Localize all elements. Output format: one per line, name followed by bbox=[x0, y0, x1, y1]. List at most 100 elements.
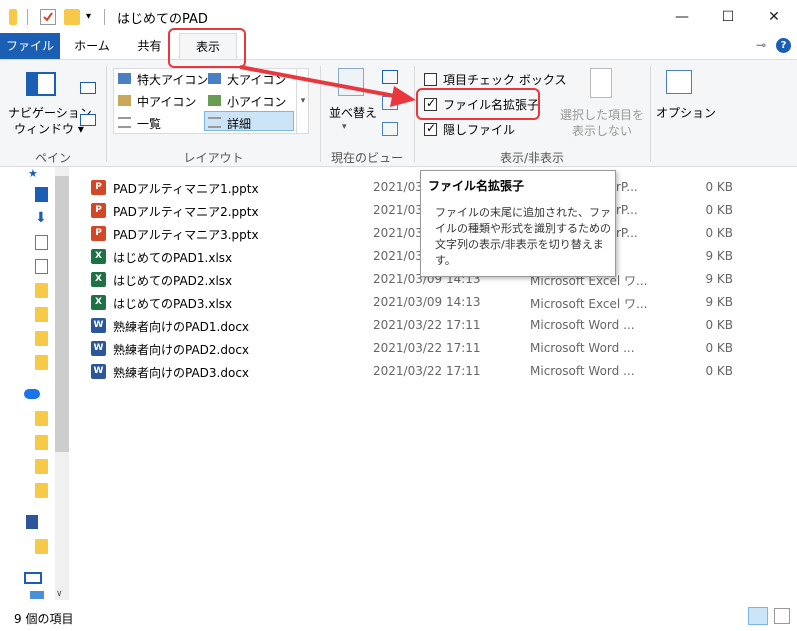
file-size: 0 KB bbox=[705, 180, 733, 194]
pin-icon[interactable]: ⊸ bbox=[756, 38, 766, 52]
file-name: はじめてのPAD1.xlsx bbox=[113, 251, 233, 265]
close-button[interactable]: ✕ bbox=[751, 0, 797, 33]
file-type: Microsoft Word ... bbox=[530, 341, 635, 355]
folder-icon[interactable] bbox=[35, 411, 48, 426]
new-folder-icon[interactable] bbox=[64, 9, 80, 25]
tab-file[interactable]: ファイル bbox=[0, 33, 60, 59]
file-date: 2021/03/22 17:11 bbox=[373, 364, 481, 378]
small-icons-icon bbox=[208, 95, 221, 106]
large-icons-icon bbox=[208, 73, 221, 84]
help-icon[interactable]: ? bbox=[776, 38, 791, 53]
separator bbox=[106, 66, 107, 162]
folder-icon[interactable] bbox=[35, 307, 48, 322]
file-row[interactable]: X はじめてのPAD3.xlsx 2021/03/09 14:13 Micros… bbox=[91, 291, 751, 314]
size-columns-icon[interactable] bbox=[382, 122, 398, 136]
separator bbox=[27, 9, 28, 25]
tab-home[interactable]: ホーム bbox=[62, 33, 122, 59]
this-pc-icon[interactable] bbox=[24, 572, 42, 584]
group-label-current-view: 現在のビュー bbox=[330, 151, 403, 165]
file-name: 熟練者向けのPAD2.docx bbox=[113, 343, 250, 357]
file-date: 2021/03 bbox=[373, 203, 423, 217]
chevron-down-icon[interactable]: ▾ bbox=[86, 9, 102, 25]
hidden-files-label[interactable]: 隠しファイル bbox=[443, 121, 515, 138]
file-size: 9 KB bbox=[705, 249, 733, 263]
quick-access-icon[interactable]: ★ bbox=[28, 167, 38, 180]
file-date: 2021/03 bbox=[373, 180, 423, 194]
window-title: はじめてのPAD bbox=[117, 12, 208, 27]
group-label-panes: ペイン bbox=[34, 151, 71, 165]
file-size: 0 KB bbox=[705, 226, 733, 240]
file-name: 熟練者向けのPAD3.docx bbox=[113, 366, 250, 380]
layout-details[interactable]: 詳細 bbox=[227, 115, 251, 132]
maximize-button[interactable]: ☐ bbox=[705, 0, 751, 33]
scroll-down-icon[interactable]: ∨ bbox=[56, 589, 63, 599]
status-bar: 9 個の項目 bbox=[0, 600, 797, 631]
file-row[interactable]: W 熟練者向けのPAD1.docx 2021/03/22 17:11 Micro… bbox=[91, 314, 751, 337]
item-count: 9 個の項目 bbox=[14, 612, 74, 626]
folder-icon[interactable] bbox=[35, 539, 48, 554]
onedrive-icon[interactable] bbox=[24, 389, 40, 399]
file-size: 0 KB bbox=[705, 341, 733, 355]
file-name: はじめてのPAD2.xlsx bbox=[113, 274, 233, 288]
tooltip-title: ファイル名拡張子 bbox=[428, 179, 525, 193]
desktop-icon[interactable] bbox=[35, 187, 48, 202]
file-size: 0 KB bbox=[705, 364, 733, 378]
word-icon: W bbox=[91, 364, 106, 379]
word-icon: W bbox=[91, 318, 106, 333]
folder-icon[interactable] bbox=[35, 459, 48, 474]
file-date: 2021/03/22 17:11 bbox=[373, 318, 481, 332]
folder-icon[interactable] bbox=[35, 331, 48, 346]
file-name: PADアルティマニア2.pptx bbox=[113, 205, 259, 219]
file-date: 2021/03 bbox=[373, 226, 423, 240]
options-button[interactable]: オプション bbox=[656, 104, 716, 121]
folder-icon[interactable] bbox=[35, 355, 48, 370]
file-row[interactable]: W 熟練者向けのPAD3.docx 2021/03/22 17:11 Micro… bbox=[91, 360, 751, 383]
file-extensions-highlight bbox=[416, 88, 540, 120]
excel-icon: X bbox=[91, 249, 106, 264]
hide-selected-label-2: 表示しない bbox=[572, 124, 633, 138]
hide-selected-icon bbox=[590, 68, 612, 98]
folder-icon[interactable] bbox=[35, 283, 48, 298]
hidden-files-checkbox[interactable] bbox=[424, 121, 437, 136]
options-icon[interactable] bbox=[666, 70, 692, 94]
file-name: 熟練者向けのPAD1.docx bbox=[113, 320, 250, 334]
excel-icon: X bbox=[91, 295, 106, 310]
layout-medium[interactable]: 中アイコン bbox=[137, 93, 196, 110]
file-type: Microsoft Word ... bbox=[530, 318, 635, 332]
separator bbox=[650, 66, 651, 162]
preview-pane-icon[interactable] bbox=[80, 82, 96, 94]
powerpoint-icon: P bbox=[91, 203, 106, 218]
folder-icon bbox=[9, 9, 17, 25]
download-icon[interactable]: ⬇ bbox=[35, 211, 48, 226]
nav-scrollbar-thumb[interactable] bbox=[55, 176, 69, 452]
documents-icon[interactable] bbox=[35, 235, 48, 250]
layout-extra-large[interactable]: 特大アイコン bbox=[137, 71, 208, 88]
drive-icon[interactable] bbox=[30, 591, 44, 599]
navigation-pane-label-2[interactable]: ウィンドウ ▾ bbox=[14, 120, 84, 137]
file-date: 2021/03/09 14:13 bbox=[373, 295, 481, 309]
file-date: 2021/03/22 17:11 bbox=[373, 341, 481, 355]
powerpoint-icon: P bbox=[91, 180, 106, 195]
minimize-button[interactable]: — bbox=[659, 0, 705, 33]
excel-icon: X bbox=[91, 272, 106, 287]
annotation-arrow bbox=[239, 65, 416, 107]
folder-icon[interactable] bbox=[35, 483, 48, 498]
large-icons-view-icon[interactable] bbox=[774, 608, 790, 624]
file-row[interactable]: W 熟練者向けのPAD2.docx 2021/03/22 17:11 Micro… bbox=[91, 337, 751, 360]
separator bbox=[104, 9, 105, 25]
navigation-pane-icon[interactable] bbox=[26, 72, 56, 96]
title-bar: ▾ はじめてのPAD — ☐ ✕ bbox=[0, 0, 797, 33]
tooltip-file-extensions: ファイル名拡張子 ファイルの末尾に追加された、ファイルの種類や形式を識別するため… bbox=[420, 170, 616, 277]
details-view-icon[interactable] bbox=[748, 607, 768, 625]
tooltip-body: ファイルの末尾に追加された、ファイルの種類や形式を識別するための文字列の表示/非… bbox=[435, 206, 611, 267]
pictures-icon[interactable] bbox=[35, 259, 48, 274]
details-pane-icon[interactable] bbox=[80, 114, 96, 126]
file-size: 0 KB bbox=[705, 203, 733, 217]
file-size: 9 KB bbox=[705, 272, 733, 286]
item-checkboxes-label[interactable]: 項目チェック ボックス bbox=[443, 71, 566, 88]
layout-list[interactable]: 一覧 bbox=[137, 115, 161, 132]
properties-icon[interactable] bbox=[40, 9, 56, 25]
folder-icon[interactable] bbox=[35, 435, 48, 450]
file-type: Microsoft Excel ワ... bbox=[530, 297, 648, 311]
building-icon[interactable] bbox=[26, 515, 38, 529]
